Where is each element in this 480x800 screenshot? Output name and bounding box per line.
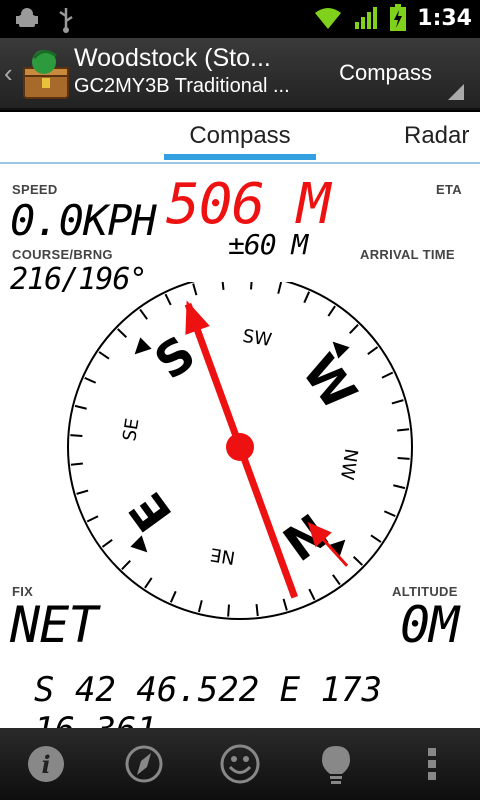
compass-letter-ne: NE	[209, 543, 237, 568]
eta-label: ETA	[436, 182, 462, 197]
wifi-icon	[315, 8, 342, 29]
up-chevron-icon[interactable]: ‹	[4, 58, 13, 89]
clock: 1:34	[417, 5, 472, 31]
speed-value: 0.0KPH	[10, 196, 157, 245]
compass-tick	[255, 604, 259, 617]
battery-charging-icon	[390, 4, 407, 31]
signal-icon	[355, 7, 378, 29]
altitude-value: 0M	[400, 596, 459, 654]
speed-label: SPEED	[12, 182, 58, 197]
compass-tick	[221, 282, 225, 290]
usb-icon	[59, 8, 73, 33]
compass-tick	[397, 457, 410, 460]
tab-underline	[0, 162, 480, 164]
spinner-label: Compass	[339, 60, 432, 85]
compass-tick	[250, 282, 253, 290]
info-icon[interactable]: i	[22, 740, 70, 788]
cache-subtitle: GC2MY3B Traditional ...	[74, 75, 290, 97]
compass-letter-se: SE	[119, 417, 143, 443]
view-spinner[interactable]: Compass	[330, 38, 480, 110]
tab-strip: Compass Radar	[0, 112, 480, 164]
android-debug-icon	[16, 8, 38, 27]
tab-radar[interactable]: Radar	[404, 112, 480, 160]
tab-compass[interactable]: Compass	[164, 112, 316, 160]
course-label: COURSE/BRNG	[12, 247, 113, 262]
fix-value: NET	[10, 596, 98, 654]
compass-tick	[70, 434, 83, 437]
svg-text:i: i	[41, 750, 50, 779]
compass-tick	[397, 428, 410, 432]
needle-hub	[226, 433, 254, 461]
compass-tick	[70, 462, 83, 466]
smiley-icon[interactable]	[216, 740, 264, 788]
overflow-menu-icon[interactable]	[408, 740, 456, 788]
bottom-toolbar: i	[0, 728, 480, 800]
compass-tick	[227, 604, 230, 617]
arrival-time-label: ARRIVAL TIME	[360, 247, 455, 262]
action-bar: ‹ Woodstock (Sto... GC2MY3B Traditional …	[0, 38, 480, 110]
action-bar-titles[interactable]: Woodstock (Sto... GC2MY3B Traditional ..…	[74, 44, 324, 98]
status-bar: 1:34	[0, 0, 480, 38]
compass-icon[interactable]	[120, 740, 168, 788]
lightbulb-icon[interactable]	[312, 740, 360, 788]
spinner-corner-icon	[448, 84, 464, 100]
accuracy-value: ±60 M	[228, 228, 308, 261]
compass-dial: NES WNESESWNW	[67, 282, 413, 620]
cache-title: Woodstock (Sto...	[74, 44, 271, 72]
compass-screen: Compass Radar SPEED 0.0KPH 506 M ±60 M E…	[0, 112, 480, 750]
app-treasure-icon[interactable]	[20, 46, 72, 102]
